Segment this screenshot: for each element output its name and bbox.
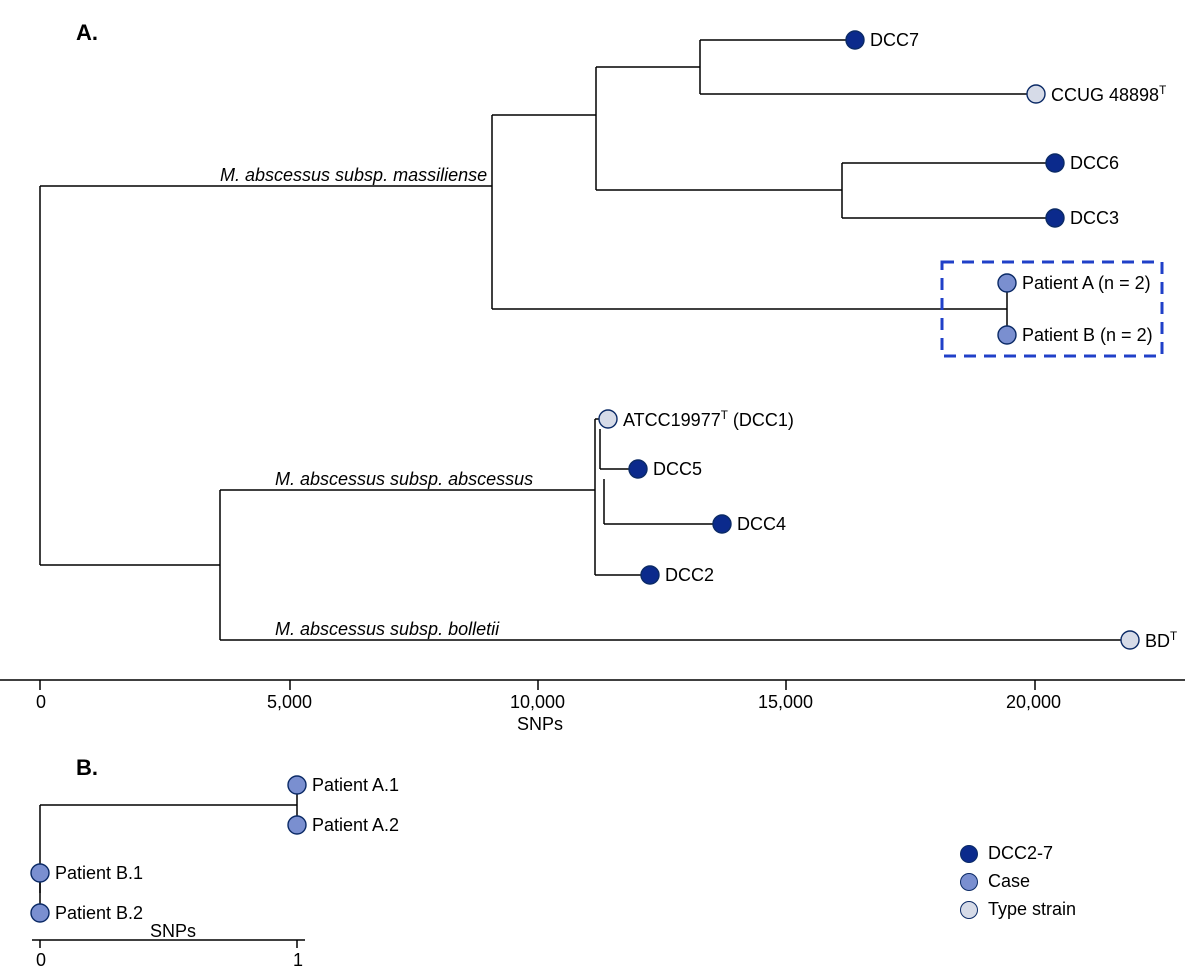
legend-label-type: Type strain [988,899,1076,920]
label-dcc6: DCC6 [1070,153,1119,174]
tip-dcc3 [1046,209,1064,227]
axis-a-tick-0: 0 [36,692,46,713]
panel-a-tree [40,40,1130,640]
clade-abscessus: M. abscessus subsp. abscessus [275,469,533,490]
label-ccug-sup: T [1159,84,1166,97]
label-dcc2: DCC2 [665,565,714,586]
label-atcc-tail: (DCC1) [728,410,794,430]
tip-patient-a [998,274,1016,292]
label-bd-text: BD [1145,631,1170,651]
axis-a-title: SNPs [517,714,563,735]
tip-patient-a2 [288,816,306,834]
panel-b-label: B. [76,755,98,781]
legend-swatch-type [960,901,978,919]
tip-patient-b2 [31,904,49,922]
axis-a-tick-4: 20,000 [1006,692,1061,713]
tip-patient-b [998,326,1016,344]
clade-bolletii: M. abscessus subsp. bolletii [275,619,499,640]
label-patient-b: Patient B (n = 2) [1022,325,1153,346]
tip-patient-b1 [31,864,49,882]
tip-dcc6 [1046,154,1064,172]
tip-bd [1121,631,1139,649]
panel-b-tree [40,785,297,913]
label-bd-sup: T [1170,630,1177,643]
tip-ccug [1027,85,1045,103]
label-patient-b2: Patient B.2 [55,903,143,924]
label-dcc5: DCC5 [653,459,702,480]
label-atcc-sup: T [721,409,728,422]
clade-massiliense: M. abscessus subsp. massiliense [220,165,487,186]
legend-row-type: Type strain [960,899,1076,920]
panel-a-label: A. [76,20,98,46]
label-dcc7: DCC7 [870,30,919,51]
label-patient-b1: Patient B.1 [55,863,143,884]
label-dcc4: DCC4 [737,514,786,535]
tip-dcc7 [846,31,864,49]
label-dcc3: DCC3 [1070,208,1119,229]
legend-row-case: Case [960,871,1030,892]
label-ccug-text: CCUG 48898 [1051,85,1159,105]
label-patient-a: Patient A (n = 2) [1022,273,1151,294]
legend-swatch-dcc [960,845,978,863]
figure-svg [0,0,1185,978]
panel-b-tips [31,776,306,922]
figure-root: A. B. M. abscessus subsp. massiliense M.… [0,0,1185,978]
panel-a-axis [0,680,1185,690]
label-ccug: CCUG 48898T [1051,84,1166,106]
axis-a-tick-3: 15,000 [758,692,813,713]
legend-row-dcc: DCC2-7 [960,843,1053,864]
tip-dcc5 [629,460,647,478]
legend-label-dcc: DCC2-7 [988,843,1053,864]
label-atcc: ATCC19977T (DCC1) [623,409,794,431]
tip-atcc [599,410,617,428]
axis-a-tick-1: 5,000 [267,692,312,713]
axis-a-tick-2: 10,000 [510,692,565,713]
label-patient-a1: Patient A.1 [312,775,399,796]
tip-dcc2 [641,566,659,584]
tip-dcc4 [713,515,731,533]
tip-patient-a1 [288,776,306,794]
label-atcc-main: ATCC19977 [623,410,721,430]
axis-b-tick-0: 0 [36,950,46,971]
legend-label-case: Case [988,871,1030,892]
legend-swatch-case [960,873,978,891]
axis-b-tick-1: 1 [293,950,303,971]
label-patient-a2: Patient A.2 [312,815,399,836]
axis-b-title: SNPs [150,921,196,942]
label-bd: BDT [1145,630,1177,652]
